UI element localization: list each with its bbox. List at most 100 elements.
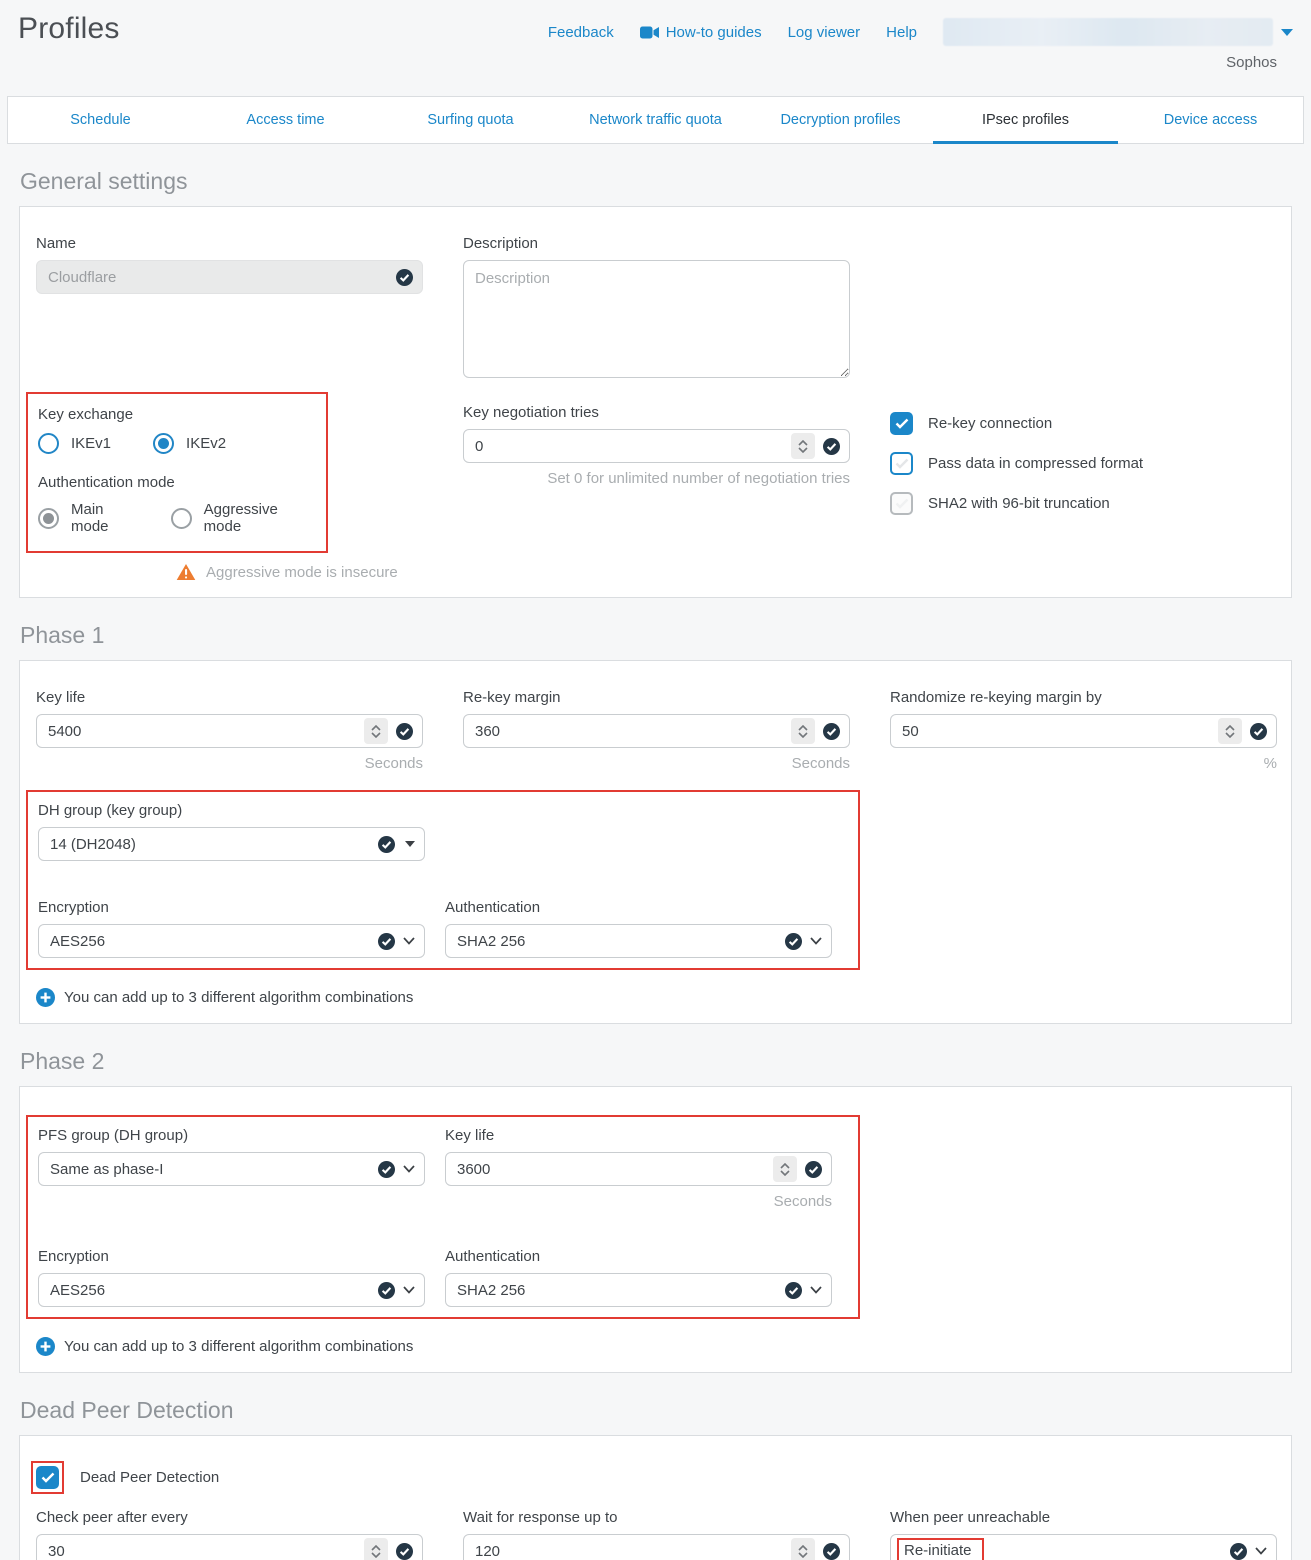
dh-group-label: DH group (key group)	[38, 802, 425, 819]
dpd-enable-row[interactable]: Dead Peer Detection	[36, 1466, 1275, 1489]
phase1-authentication-select[interactable]: SHA2 256	[445, 924, 832, 958]
valid-checkmark-icon	[823, 438, 840, 455]
description-textarea[interactable]	[463, 260, 850, 378]
phase2-encryption-select[interactable]: AES256	[38, 1273, 425, 1307]
tab-network-traffic-quota[interactable]: Network traffic quota	[563, 97, 748, 143]
check-peer-input-text[interactable]	[48, 1543, 356, 1560]
phase2-heading: Phase 2	[20, 1048, 1311, 1075]
checkbox-sha2-truncation[interactable]: SHA2 with 96-bit truncation	[890, 492, 1277, 515]
video-camera-icon	[640, 26, 659, 39]
key-life-input-text[interactable]	[48, 723, 356, 740]
account-name-redacted	[943, 18, 1273, 46]
phase2-key-life-field-group: Key life Seconds	[445, 1127, 832, 1210]
number-stepper[interactable]	[791, 718, 815, 744]
tab-surfing-quota[interactable]: Surfing quota	[378, 97, 563, 143]
phase2-key-life-input-text[interactable]	[457, 1161, 765, 1178]
randomize-input-text[interactable]	[902, 723, 1210, 740]
number-stepper[interactable]	[1218, 718, 1242, 744]
log-viewer-link[interactable]: Log viewer	[788, 24, 861, 41]
checkbox-rekey-box[interactable]	[890, 412, 913, 435]
dpd-enable-checkbox[interactable]	[36, 1466, 59, 1489]
number-stepper[interactable]	[773, 1156, 797, 1182]
chevron-down-icon[interactable]	[1255, 1547, 1267, 1555]
phase2-key-life-unit: Seconds	[445, 1193, 832, 1210]
phase2-add-combination[interactable]: You can add up to 3 different algorithm …	[36, 1337, 1275, 1356]
name-input-text	[48, 269, 388, 286]
phase1-algorithms-highlight-box: DH group (key group) 14 (DH2048) Encrypt…	[26, 790, 860, 970]
phase2-encryption-label: Encryption	[38, 1248, 425, 1265]
plus-circle-icon[interactable]	[36, 988, 55, 1007]
radio-aggressive-mode-circle[interactable]	[171, 508, 192, 529]
when-unreachable-label: When peer unreachable	[890, 1509, 1277, 1526]
key-negotiation-input-text[interactable]	[475, 438, 783, 455]
phase2-authentication-select[interactable]: SHA2 256	[445, 1273, 832, 1307]
caret-down-icon[interactable]	[405, 841, 415, 847]
radio-aggressive-mode[interactable]: Aggressive mode	[171, 501, 316, 535]
name-label: Name	[36, 235, 423, 252]
radio-ikev1[interactable]: IKEv1	[38, 433, 111, 454]
tab-ipsec-profiles[interactable]: IPsec profiles	[933, 97, 1118, 143]
dpd-enable-label: Dead Peer Detection	[80, 1469, 219, 1486]
rekey-margin-unit: Seconds	[463, 755, 850, 772]
number-stepper[interactable]	[791, 433, 815, 459]
check-peer-input[interactable]	[36, 1534, 423, 1560]
rekey-margin-input[interactable]	[463, 714, 850, 748]
wait-response-input-text[interactable]	[475, 1543, 783, 1560]
radio-ikev2[interactable]: IKEv2	[153, 433, 226, 454]
radio-ikev2-circle[interactable]	[153, 433, 174, 454]
chevron-down-icon[interactable]	[403, 1165, 415, 1173]
when-unreachable-select[interactable]: Re-initiate	[890, 1534, 1277, 1560]
chevron-down-icon[interactable]	[810, 1286, 822, 1294]
tab-decryption-profiles[interactable]: Decryption profiles	[748, 97, 933, 143]
dh-group-field-group: DH group (key group) 14 (DH2048)	[38, 802, 425, 861]
randomize-input[interactable]	[890, 714, 1277, 748]
dropdown-caret-icon[interactable]	[1281, 29, 1293, 36]
valid-checkmark-icon	[805, 1161, 822, 1178]
randomize-label: Randomize re-keying margin by	[890, 689, 1277, 706]
tab-access-time[interactable]: Access time	[193, 97, 378, 143]
phase1-add-combination[interactable]: You can add up to 3 different algorithm …	[36, 988, 1275, 1007]
key-life-label: Key life	[36, 689, 423, 706]
key-negotiation-input[interactable]	[463, 429, 850, 463]
wait-response-input[interactable]	[463, 1534, 850, 1560]
aggressive-mode-warning: Aggressive mode is insecure	[176, 563, 423, 581]
chevron-down-icon[interactable]	[403, 1286, 415, 1294]
wait-response-label: Wait for response up to	[463, 1509, 850, 1526]
number-stepper[interactable]	[364, 718, 388, 744]
pfs-group-select[interactable]: Same as phase-I	[38, 1152, 425, 1186]
checkbox-compressed-box[interactable]	[890, 452, 913, 475]
account-menu[interactable]	[943, 18, 1293, 46]
valid-checkmark-icon	[823, 723, 840, 740]
phase2-key-life-input[interactable]	[445, 1152, 832, 1186]
key-negotiation-label: Key negotiation tries	[463, 404, 850, 421]
radio-main-mode-circle[interactable]	[38, 508, 59, 529]
phase1-authentication-label: Authentication	[445, 899, 832, 916]
phase1-encryption-select[interactable]: AES256	[38, 924, 425, 958]
checkbox-rekey-connection[interactable]: Re-key connection	[890, 412, 1277, 435]
number-stepper[interactable]	[791, 1538, 815, 1560]
chevron-down-icon[interactable]	[810, 937, 822, 945]
dpd-section: Dead Peer Detection Check peer after eve…	[19, 1435, 1292, 1560]
checkbox-sha2-box[interactable]	[890, 492, 913, 515]
valid-checkmark-icon	[396, 723, 413, 740]
howto-guides-link[interactable]: How-to guides	[640, 24, 762, 41]
feedback-link[interactable]: Feedback	[548, 24, 614, 41]
number-stepper[interactable]	[364, 1538, 388, 1560]
rekey-margin-input-text[interactable]	[475, 723, 783, 740]
radio-ikev1-circle[interactable]	[38, 433, 59, 454]
chevron-down-icon[interactable]	[403, 937, 415, 945]
phase1-encryption-field-group: Encryption AES256	[38, 899, 425, 958]
valid-checkmark-icon	[823, 1543, 840, 1560]
dh-group-select[interactable]: 14 (DH2048)	[38, 827, 425, 861]
tab-device-access[interactable]: Device access	[1118, 97, 1303, 143]
check-peer-label: Check peer after every	[36, 1509, 423, 1526]
radio-main-mode[interactable]: Main mode	[38, 501, 143, 535]
plus-circle-icon[interactable]	[36, 1337, 55, 1356]
help-link[interactable]: Help	[886, 24, 917, 41]
brand-label: Sophos	[18, 54, 1293, 71]
key-life-input[interactable]	[36, 714, 423, 748]
tab-schedule[interactable]: Schedule	[8, 97, 193, 143]
valid-checkmark-icon	[1250, 723, 1267, 740]
page-header: Profiles Feedback How-to guides Log view…	[0, 0, 1311, 96]
checkbox-compressed-format[interactable]: Pass data in compressed format	[890, 452, 1277, 475]
